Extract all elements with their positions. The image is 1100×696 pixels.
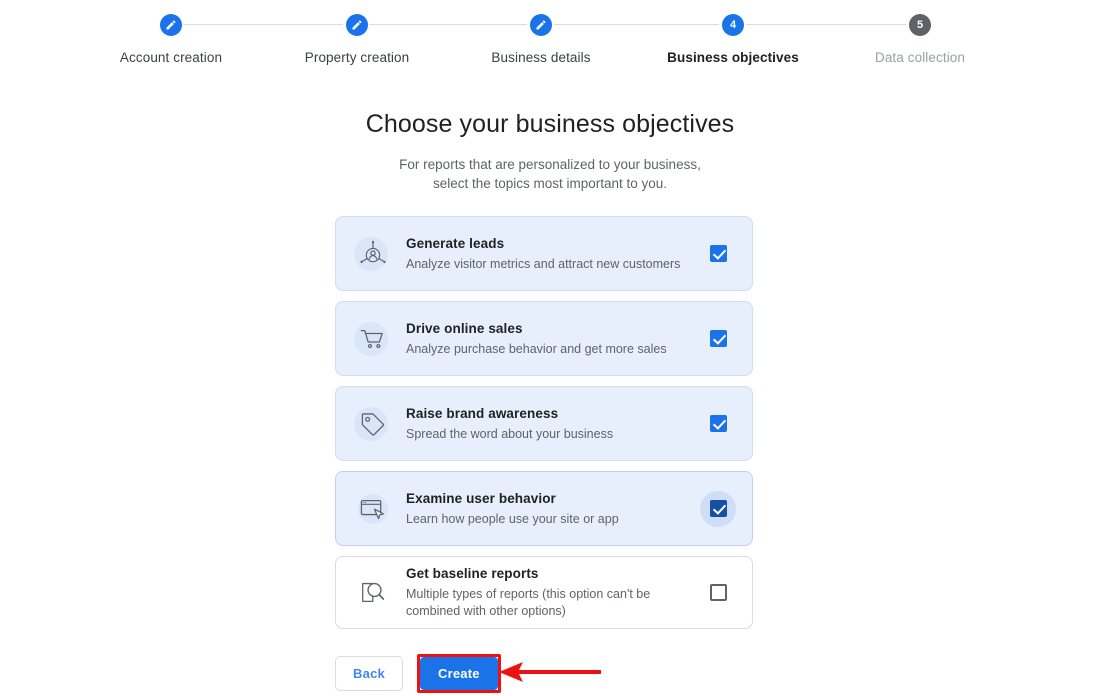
step-label: Business objectives bbox=[667, 50, 799, 65]
step-label: Business details bbox=[491, 50, 591, 65]
stepper-connector bbox=[183, 24, 343, 25]
step-label: Property creation bbox=[304, 50, 410, 65]
objective-checkbox-wrap[interactable] bbox=[700, 490, 736, 527]
objective-checkbox-wrap[interactable] bbox=[700, 406, 736, 442]
step-label: Data collection bbox=[874, 50, 966, 65]
objective-description: Spread the word about your business bbox=[406, 426, 614, 441]
objective-checkbox[interactable] bbox=[709, 245, 727, 262]
create-button-highlight: Create bbox=[417, 654, 501, 693]
tag-icon bbox=[350, 401, 396, 447]
objective-card-drive-online-sales[interactable]: Drive online sales Analyze purchase beha… bbox=[335, 301, 753, 376]
onboarding-page: Account creation Property creation Busin… bbox=[0, 0, 1100, 696]
create-button[interactable]: Create bbox=[420, 657, 498, 690]
stepper-connector bbox=[554, 24, 719, 25]
objective-checkbox-wrap[interactable] bbox=[700, 321, 736, 357]
step-marker-edit-icon bbox=[346, 14, 368, 36]
objective-text: Generate leads Analyze visitor metrics a… bbox=[406, 235, 700, 273]
objective-card-raise-brand-awareness[interactable]: Raise brand awareness Spread the word ab… bbox=[335, 386, 753, 461]
objective-checkbox[interactable] bbox=[709, 500, 727, 517]
objective-description: Multiple types of reports (this option c… bbox=[406, 587, 651, 618]
step-business-details[interactable]: Business details bbox=[441, 14, 641, 65]
step-label: Account creation bbox=[119, 50, 223, 65]
objective-text: Drive online sales Analyze purchase beha… bbox=[406, 320, 700, 358]
page-title: Choose your business objectives bbox=[365, 110, 735, 138]
page-subtitle: For reports that are personalized to you… bbox=[0, 155, 1100, 193]
step-property-creation[interactable]: Property creation bbox=[257, 14, 457, 65]
objective-checkbox[interactable] bbox=[709, 584, 727, 601]
step-business-objectives[interactable]: 4 Business objectives bbox=[633, 14, 833, 65]
progress-stepper: Account creation Property creation Busin… bbox=[0, 14, 1100, 76]
objective-checkbox-wrap[interactable] bbox=[700, 236, 736, 272]
objective-list: Generate leads Analyze visitor metrics a… bbox=[335, 216, 753, 639]
objective-title: Raise brand awareness bbox=[406, 405, 559, 421]
objective-text: Get baseline reports Multiple types of r… bbox=[406, 565, 700, 620]
document-search-icon bbox=[350, 570, 396, 616]
objective-card-examine-user-behavior[interactable]: Examine user behavior Learn how people u… bbox=[335, 471, 753, 546]
step-marker-number: 4 bbox=[722, 14, 744, 36]
shopping-cart-icon bbox=[350, 316, 396, 362]
annotation-arrow-icon bbox=[499, 662, 601, 682]
objective-title: Drive online sales bbox=[406, 320, 523, 336]
objective-title: Get baseline reports bbox=[406, 566, 539, 581]
page-subtitle-line-2: select the topics most important to you. bbox=[432, 176, 668, 191]
step-marker-edit-icon bbox=[160, 14, 182, 36]
page-subtitle-line-1: For reports that are personalized to you… bbox=[399, 157, 701, 172]
objective-description: Learn how people use your site or app bbox=[406, 511, 619, 526]
objective-card-get-baseline-reports[interactable]: Get baseline reports Multiple types of r… bbox=[335, 556, 753, 629]
step-account-creation[interactable]: Account creation bbox=[71, 14, 271, 65]
objective-checkbox-wrap[interactable] bbox=[700, 575, 736, 611]
step-data-collection[interactable]: 5 Data collection bbox=[820, 14, 1020, 65]
lead-target-icon bbox=[350, 231, 396, 277]
step-marker-number: 5 bbox=[909, 14, 931, 36]
objective-title: Examine user behavior bbox=[406, 490, 556, 506]
cursor-window-icon bbox=[350, 486, 396, 532]
objective-description: Analyze visitor metrics and attract new … bbox=[406, 256, 681, 271]
objective-text: Raise brand awareness Spread the word ab… bbox=[406, 405, 700, 443]
objective-checkbox[interactable] bbox=[709, 415, 727, 432]
objective-checkbox[interactable] bbox=[709, 330, 727, 347]
step-marker-edit-icon bbox=[530, 14, 552, 36]
stepper-connector bbox=[746, 24, 906, 25]
objective-title: Generate leads bbox=[406, 235, 505, 251]
objective-text: Examine user behavior Learn how people u… bbox=[406, 490, 700, 528]
objective-description: Analyze purchase behavior and get more s… bbox=[406, 341, 667, 356]
stepper-connector bbox=[369, 24, 527, 25]
back-button[interactable]: Back bbox=[335, 656, 403, 691]
footer-actions: Back Create bbox=[335, 654, 501, 693]
objective-card-generate-leads[interactable]: Generate leads Analyze visitor metrics a… bbox=[335, 216, 753, 291]
